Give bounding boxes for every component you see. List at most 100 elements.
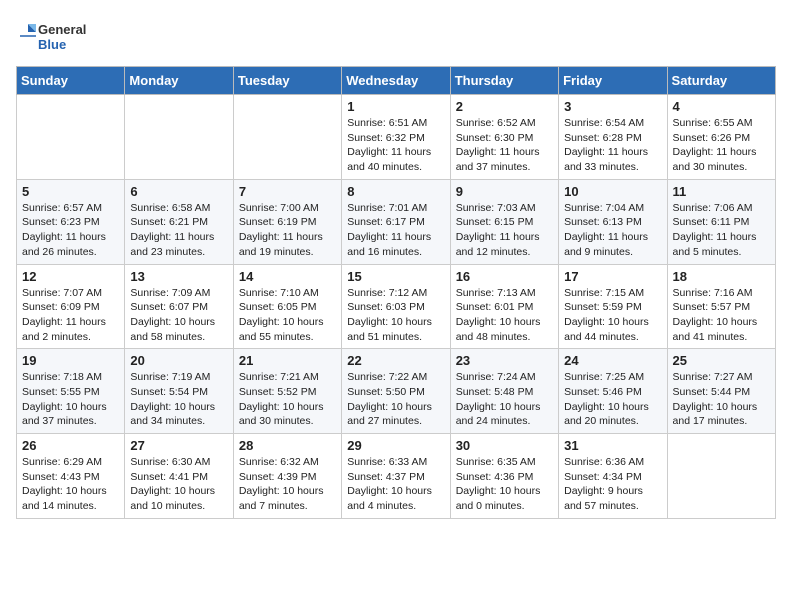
day-info: Sunrise: 6:33 AM Sunset: 4:37 PM Dayligh…: [347, 455, 444, 514]
day-info: Sunrise: 6:30 AM Sunset: 4:41 PM Dayligh…: [130, 455, 227, 514]
day-number: 5: [22, 184, 119, 199]
day-number: 15: [347, 269, 444, 284]
day-info: Sunrise: 7:25 AM Sunset: 5:46 PM Dayligh…: [564, 370, 661, 429]
day-info: Sunrise: 7:03 AM Sunset: 6:15 PM Dayligh…: [456, 201, 553, 260]
day-info: Sunrise: 6:54 AM Sunset: 6:28 PM Dayligh…: [564, 116, 661, 175]
calendar-cell: 24 Sunrise: 7:25 AM Sunset: 5:46 PM Dayli…: [559, 349, 667, 434]
calendar-cell: 27Sunrise: 6:30 AM Sunset: 4:41 PM Dayli…: [125, 434, 233, 519]
calendar-week-3: 12 Sunrise: 7:07 AM Sunset: 6:09 PM Dayli…: [17, 264, 776, 349]
logo-svg: General Blue: [16, 16, 96, 56]
calendar-cell: 14Sunrise: 7:10 AM Sunset: 6:05 PM Dayli…: [233, 264, 341, 349]
day-info: Sunrise: 7:16 AM Sunset: 5:57 PM Dayligh…: [673, 286, 770, 345]
calendar-cell: 2Sunrise: 6:52 AM Sunset: 6:30 PM Daylig…: [450, 95, 558, 180]
day-number: 10: [564, 184, 661, 199]
calendar-table: SundayMondayTuesdayWednesdayThursdayFrid…: [16, 66, 776, 519]
day-info: Sunrise: 7:21 AM Sunset: 5:52 PM Dayligh…: [239, 370, 336, 429]
calendar-week-1: 1Sunrise: 6:51 AM Sunset: 6:32 PM Daylig…: [17, 95, 776, 180]
calendar-cell: [125, 95, 233, 180]
day-info: Sunrise: 7:09 AM Sunset: 6:07 PM Dayligh…: [130, 286, 227, 345]
day-number: 20: [130, 353, 227, 368]
calendar-cell: 29Sunrise: 6:33 AM Sunset: 4:37 PM Dayli…: [342, 434, 450, 519]
day-info: Sunrise: 6:29 AM Sunset: 4:43 PM Dayligh…: [22, 455, 119, 514]
day-info: Sunrise: 7:13 AM Sunset: 6:01 PM Dayligh…: [456, 286, 553, 345]
calendar-cell: [17, 95, 125, 180]
day-number: 22: [347, 353, 444, 368]
day-info: Sunrise: 7:19 AM Sunset: 5:54 PM Dayligh…: [130, 370, 227, 429]
day-number: 16: [456, 269, 553, 284]
calendar-week-5: 26 Sunrise: 6:29 AM Sunset: 4:43 PM Dayli…: [17, 434, 776, 519]
calendar-cell: 11Sunrise: 7:06 AM Sunset: 6:11 PM Dayli…: [667, 179, 775, 264]
weekday-header-monday: Monday: [125, 67, 233, 95]
day-info: Sunrise: 6:35 AM Sunset: 4:36 PM Dayligh…: [456, 455, 553, 514]
day-number: 6: [130, 184, 227, 199]
calendar-cell: 6 Sunrise: 6:58 AM Sunset: 6:21 PM Daylig…: [125, 179, 233, 264]
day-number: 30: [456, 438, 553, 453]
day-number: 19: [22, 353, 119, 368]
calendar-cell: 1Sunrise: 6:51 AM Sunset: 6:32 PM Daylig…: [342, 95, 450, 180]
page-header: General Blue: [16, 16, 776, 56]
calendar-cell: 12 Sunrise: 7:07 AM Sunset: 6:09 PM Dayli…: [17, 264, 125, 349]
day-number: 28: [239, 438, 336, 453]
day-number: 4: [673, 99, 770, 114]
weekday-header-saturday: Saturday: [667, 67, 775, 95]
day-info: Sunrise: 6:36 AM Sunset: 4:34 PM Dayligh…: [564, 455, 661, 514]
day-info: Sunrise: 6:58 AM Sunset: 6:21 PM Dayligh…: [130, 201, 227, 260]
calendar-cell: 7Sunrise: 7:00 AM Sunset: 6:19 PM Daylig…: [233, 179, 341, 264]
day-info: Sunrise: 7:24 AM Sunset: 5:48 PM Dayligh…: [456, 370, 553, 429]
day-number: 25: [673, 353, 770, 368]
weekday-header-row: SundayMondayTuesdayWednesdayThursdayFrid…: [17, 67, 776, 95]
svg-text:Blue: Blue: [38, 37, 66, 52]
day-info: Sunrise: 7:15 AM Sunset: 5:59 PM Dayligh…: [564, 286, 661, 345]
calendar-cell: 9 Sunrise: 7:03 AM Sunset: 6:15 PM Daylig…: [450, 179, 558, 264]
calendar-cell: 19 Sunrise: 7:18 AM Sunset: 5:55 PM Dayli…: [17, 349, 125, 434]
day-info: Sunrise: 7:00 AM Sunset: 6:19 PM Dayligh…: [239, 201, 336, 260]
day-number: 9: [456, 184, 553, 199]
calendar-cell: 8Sunrise: 7:01 AM Sunset: 6:17 PM Daylig…: [342, 179, 450, 264]
calendar-cell: 4 Sunrise: 6:55 AM Sunset: 6:26 PM Daylig…: [667, 95, 775, 180]
calendar-cell: 3 Sunrise: 6:54 AM Sunset: 6:28 PM Daylig…: [559, 95, 667, 180]
logo: General Blue: [16, 16, 96, 56]
calendar-cell: 15 Sunrise: 7:12 AM Sunset: 6:03 PM Dayli…: [342, 264, 450, 349]
day-info: Sunrise: 6:51 AM Sunset: 6:32 PM Dayligh…: [347, 116, 444, 175]
calendar-cell: 23Sunrise: 7:24 AM Sunset: 5:48 PM Dayli…: [450, 349, 558, 434]
calendar-cell: 28 Sunrise: 6:32 AM Sunset: 4:39 PM Dayli…: [233, 434, 341, 519]
weekday-header-friday: Friday: [559, 67, 667, 95]
day-number: 13: [130, 269, 227, 284]
day-info: Sunrise: 6:32 AM Sunset: 4:39 PM Dayligh…: [239, 455, 336, 514]
calendar-cell: 18 Sunrise: 7:16 AM Sunset: 5:57 PM Dayli…: [667, 264, 775, 349]
weekday-header-thursday: Thursday: [450, 67, 558, 95]
day-number: 18: [673, 269, 770, 284]
calendar-cell: 21 Sunrise: 7:21 AM Sunset: 5:52 PM Dayli…: [233, 349, 341, 434]
calendar-cell: 22Sunrise: 7:22 AM Sunset: 5:50 PM Dayli…: [342, 349, 450, 434]
calendar-cell: 25 Sunrise: 7:27 AM Sunset: 5:44 PM Dayli…: [667, 349, 775, 434]
calendar-cell: [233, 95, 341, 180]
day-number: 12: [22, 269, 119, 284]
calendar-cell: 13 Sunrise: 7:09 AM Sunset: 6:07 PM Dayli…: [125, 264, 233, 349]
calendar-cell: 20 Sunrise: 7:19 AM Sunset: 5:54 PM Dayli…: [125, 349, 233, 434]
calendar-cell: 17 Sunrise: 7:15 AM Sunset: 5:59 PM Dayli…: [559, 264, 667, 349]
day-number: 21: [239, 353, 336, 368]
day-info: Sunrise: 6:55 AM Sunset: 6:26 PM Dayligh…: [673, 116, 770, 175]
day-info: Sunrise: 7:07 AM Sunset: 6:09 PM Dayligh…: [22, 286, 119, 345]
calendar-cell: [667, 434, 775, 519]
day-number: 31: [564, 438, 661, 453]
day-info: Sunrise: 7:06 AM Sunset: 6:11 PM Dayligh…: [673, 201, 770, 260]
day-number: 3: [564, 99, 661, 114]
day-info: Sunrise: 7:01 AM Sunset: 6:17 PM Dayligh…: [347, 201, 444, 260]
day-number: 17: [564, 269, 661, 284]
weekday-header-wednesday: Wednesday: [342, 67, 450, 95]
calendar-cell: 31 Sunrise: 6:36 AM Sunset: 4:34 PM Dayli…: [559, 434, 667, 519]
day-info: Sunrise: 7:12 AM Sunset: 6:03 PM Dayligh…: [347, 286, 444, 345]
day-info: Sunrise: 7:04 AM Sunset: 6:13 PM Dayligh…: [564, 201, 661, 260]
day-info: Sunrise: 7:18 AM Sunset: 5:55 PM Dayligh…: [22, 370, 119, 429]
calendar-week-4: 19 Sunrise: 7:18 AM Sunset: 5:55 PM Dayli…: [17, 349, 776, 434]
calendar-cell: 26 Sunrise: 6:29 AM Sunset: 4:43 PM Dayli…: [17, 434, 125, 519]
day-number: 26: [22, 438, 119, 453]
svg-text:General: General: [38, 22, 86, 37]
day-info: Sunrise: 7:27 AM Sunset: 5:44 PM Dayligh…: [673, 370, 770, 429]
weekday-header-sunday: Sunday: [17, 67, 125, 95]
day-number: 24: [564, 353, 661, 368]
day-info: Sunrise: 6:57 AM Sunset: 6:23 PM Dayligh…: [22, 201, 119, 260]
calendar-cell: 16 Sunrise: 7:13 AM Sunset: 6:01 PM Dayli…: [450, 264, 558, 349]
day-number: 14: [239, 269, 336, 284]
